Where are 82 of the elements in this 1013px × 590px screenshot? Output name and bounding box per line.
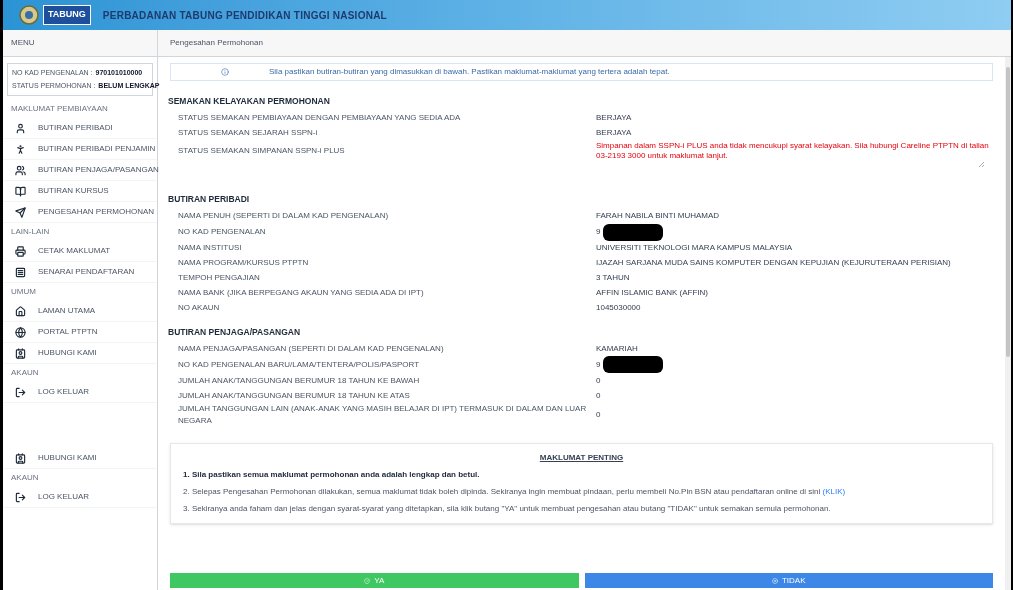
redaction-block bbox=[603, 356, 664, 374]
section-heading: SEMAKAN KELAYAKAN PERMOHONAN bbox=[167, 95, 331, 108]
sidebar-item[interactable]: BUTIRAN PERIBADI bbox=[3, 118, 157, 139]
sidebar-title: MENU bbox=[3, 30, 157, 57]
field-label: NO KAD PENGENALAN BARU/LAMA/TENTERA/POLIS/PASPORT bbox=[177, 358, 421, 371]
field-label: JUMLAH ANAK/TANGGUNGAN BERUMUR 18 TAHUN KE ATAS bbox=[177, 389, 411, 402]
resize-handle-icon bbox=[978, 160, 985, 168]
contact-icon bbox=[15, 452, 26, 464]
field-label: JUMLAH TANGGUNGAN LAIN (ANAK-ANAK YANG MASIH BELAJAR DI IPT) TERMASUK DI DALAM DAN LUAR NEGARA bbox=[177, 403, 588, 428]
field-label: NAMA BANK (JIKA BERPEGANG AKAUN YANG SEDIA ADA DI IPT) bbox=[177, 287, 425, 299]
section-heading: BUTIRAN PENJAGA/PASANGAN bbox=[167, 325, 302, 339]
field-label: NO KAD PENGENALAN bbox=[177, 226, 267, 238]
section-heading: UMUM bbox=[10, 286, 37, 298]
field-label: STATUS SEMAKAN SEJARAH SSPN-i bbox=[177, 127, 319, 140]
home-icon bbox=[15, 305, 26, 317]
close-icon bbox=[771, 577, 778, 584]
section-heading: AKAUN bbox=[10, 472, 40, 484]
sidebar-item[interactable]: SENARAI PENDAFTARAN bbox=[3, 262, 157, 283]
list-icon bbox=[15, 266, 26, 278]
info-icon bbox=[221, 68, 229, 76]
notice-item: 2. Selepas Pengesahan Permohonan dilakukan, semua maklumat tidak boleh dipinda. Sekiranya ingin membuat pindaan, perlu membeli No.Pin BSN atau pendaftaran online di sini (KLIK) bbox=[183, 486, 847, 499]
field-value: KAMARIAH bbox=[596, 342, 638, 355]
field-label: JUMLAH ANAK/TANGGUNGAN BERUMUR 18 TAHUN KE BAWAH bbox=[177, 374, 421, 387]
notice-item: 1. Sila pastikan semua maklumat permohonan anda adalah lengkap dan betul. bbox=[183, 469, 481, 482]
section-heading: MAKLUMAT PEMBIAYAAN bbox=[10, 103, 109, 115]
sidebar-item[interactable]: BUTIRAN KURSUS bbox=[3, 181, 157, 202]
book-icon bbox=[15, 185, 26, 197]
sidebar-item[interactable]: LOG KELUAR bbox=[3, 382, 157, 403]
field-label: NAMA PENUH (SEPERTI DI DALAM KAD PENGENALAN) bbox=[177, 210, 390, 222]
header-title: PERBADANAN TABUNG PENDIDIKAN TINGGI NASIONAL bbox=[102, 8, 387, 23]
sidebar-item[interactable]: PORTAL PTPTN bbox=[3, 322, 157, 343]
field-label: TEMPOH PENGAJIAN bbox=[177, 272, 261, 284]
field-label: NAMA PENJAGA/PASANGAN (SEPERTI DI DALAM KAD PENGENALAN) bbox=[177, 342, 445, 355]
notice-item: 3. Sekiranya anda faham dan jelas dengan syarat-syarat yang ditetapkan, sila klik butang "YA" untuk membuat pengesahan atau butang "TIDAK" untuk semakan semula permohonan. bbox=[183, 503, 832, 516]
field-value: 9 bbox=[596, 358, 601, 371]
sidebar-item[interactable]: CETAK MAKLUMAT bbox=[3, 241, 157, 262]
no-button[interactable]: TIDAK bbox=[584, 573, 993, 588]
field-label: NO AKAUN bbox=[177, 302, 221, 314]
notice-title: MAKLUMAT PENTING bbox=[538, 452, 625, 465]
field-value: 0 bbox=[596, 389, 601, 402]
field-value: UNIVERSITI TEKNOLOGI MARA KAMPUS MALAYSIA bbox=[596, 242, 793, 254]
field-value: BERJAYA bbox=[596, 127, 632, 140]
sidebar-item[interactable]: HUBUNGI KAMI bbox=[3, 448, 157, 469]
section-heading: BUTIRAN PERIBADI bbox=[167, 192, 251, 206]
click-link[interactable]: (KLIK) bbox=[822, 487, 846, 497]
printer-icon bbox=[15, 245, 26, 257]
field-value: 0 bbox=[596, 374, 601, 387]
field-label: STATUS SEMAKAN SIMPANAN SSPN-i PLUS bbox=[177, 144, 346, 157]
field-label: NAMA PROGRAM/KURSUS PTPTN bbox=[177, 257, 310, 269]
logout-icon bbox=[15, 491, 26, 503]
field-value: 1045030000 bbox=[596, 302, 641, 314]
field-value: 9 bbox=[596, 226, 601, 238]
breadcrumb-bar: Pengesahan Permohonan bbox=[158, 30, 1011, 57]
section-heading: LAIN-LAIN bbox=[10, 226, 51, 238]
alert-text: Sila pastikan butiran-butiran yang dimasukkan di bawah. Pastikan maklumat-maklumat yang tertera adalah tepat. bbox=[269, 66, 670, 78]
user-icon bbox=[15, 122, 26, 134]
field-label: STATUS SEMAKAN PEMBIAYAAN DENGAN PEMBIAYAAN YANG SEDIA ADA bbox=[177, 112, 462, 125]
logout-icon bbox=[15, 386, 26, 398]
sidebar-item[interactable]: LOG KELUAR bbox=[3, 487, 157, 508]
sidebar-item[interactable]: LAMAN UTAMA bbox=[3, 301, 157, 322]
person-icon bbox=[15, 143, 26, 155]
field-label: NAMA INSTITUSI bbox=[177, 242, 243, 254]
field-value: FARAH NABILA BINTI MUHAMAD bbox=[596, 210, 720, 222]
field-value: BERJAYA bbox=[596, 112, 632, 125]
emblem-icon bbox=[19, 5, 39, 25]
redaction-block bbox=[603, 223, 664, 241]
sidebar-item[interactable]: HUBUNGI KAMI bbox=[3, 343, 157, 364]
check-icon bbox=[364, 577, 371, 584]
section-heading: AKAUN bbox=[10, 367, 40, 379]
logo: TABUNG bbox=[43, 5, 91, 25]
users-icon bbox=[15, 164, 26, 176]
globe-icon bbox=[15, 326, 26, 338]
field-value: 3 TAHUN bbox=[596, 272, 630, 284]
contact-icon bbox=[15, 347, 26, 359]
sidebar-item[interactable]: BUTIRAN PENJAGA/PASANGAN bbox=[3, 160, 157, 181]
error-message: Simpanan dalam SSPN-i PLUS anda tidak mencukupi syarat kelayakan. Sila hubungi Careline PTPTN di talian 03-2193 3000 untuk maklumat lanjut. bbox=[596, 140, 990, 161]
sidebar-item[interactable]: BUTIRAN PERIBADI PENJAMIN bbox=[3, 139, 157, 160]
field-value: IJAZAH SARJANA MUDA SAINS KOMPUTER DENGAN KEPUJIAN (KEJURUTERAAN PERISIAN) bbox=[596, 257, 951, 269]
sidebar-item[interactable]: PENGESAHAN PERMOHONAN bbox=[3, 202, 157, 223]
field-value: AFFIN ISLAMIC BANK (AFFIN) bbox=[596, 287, 708, 299]
send-icon bbox=[15, 206, 26, 218]
field-value: 0 bbox=[596, 409, 601, 422]
